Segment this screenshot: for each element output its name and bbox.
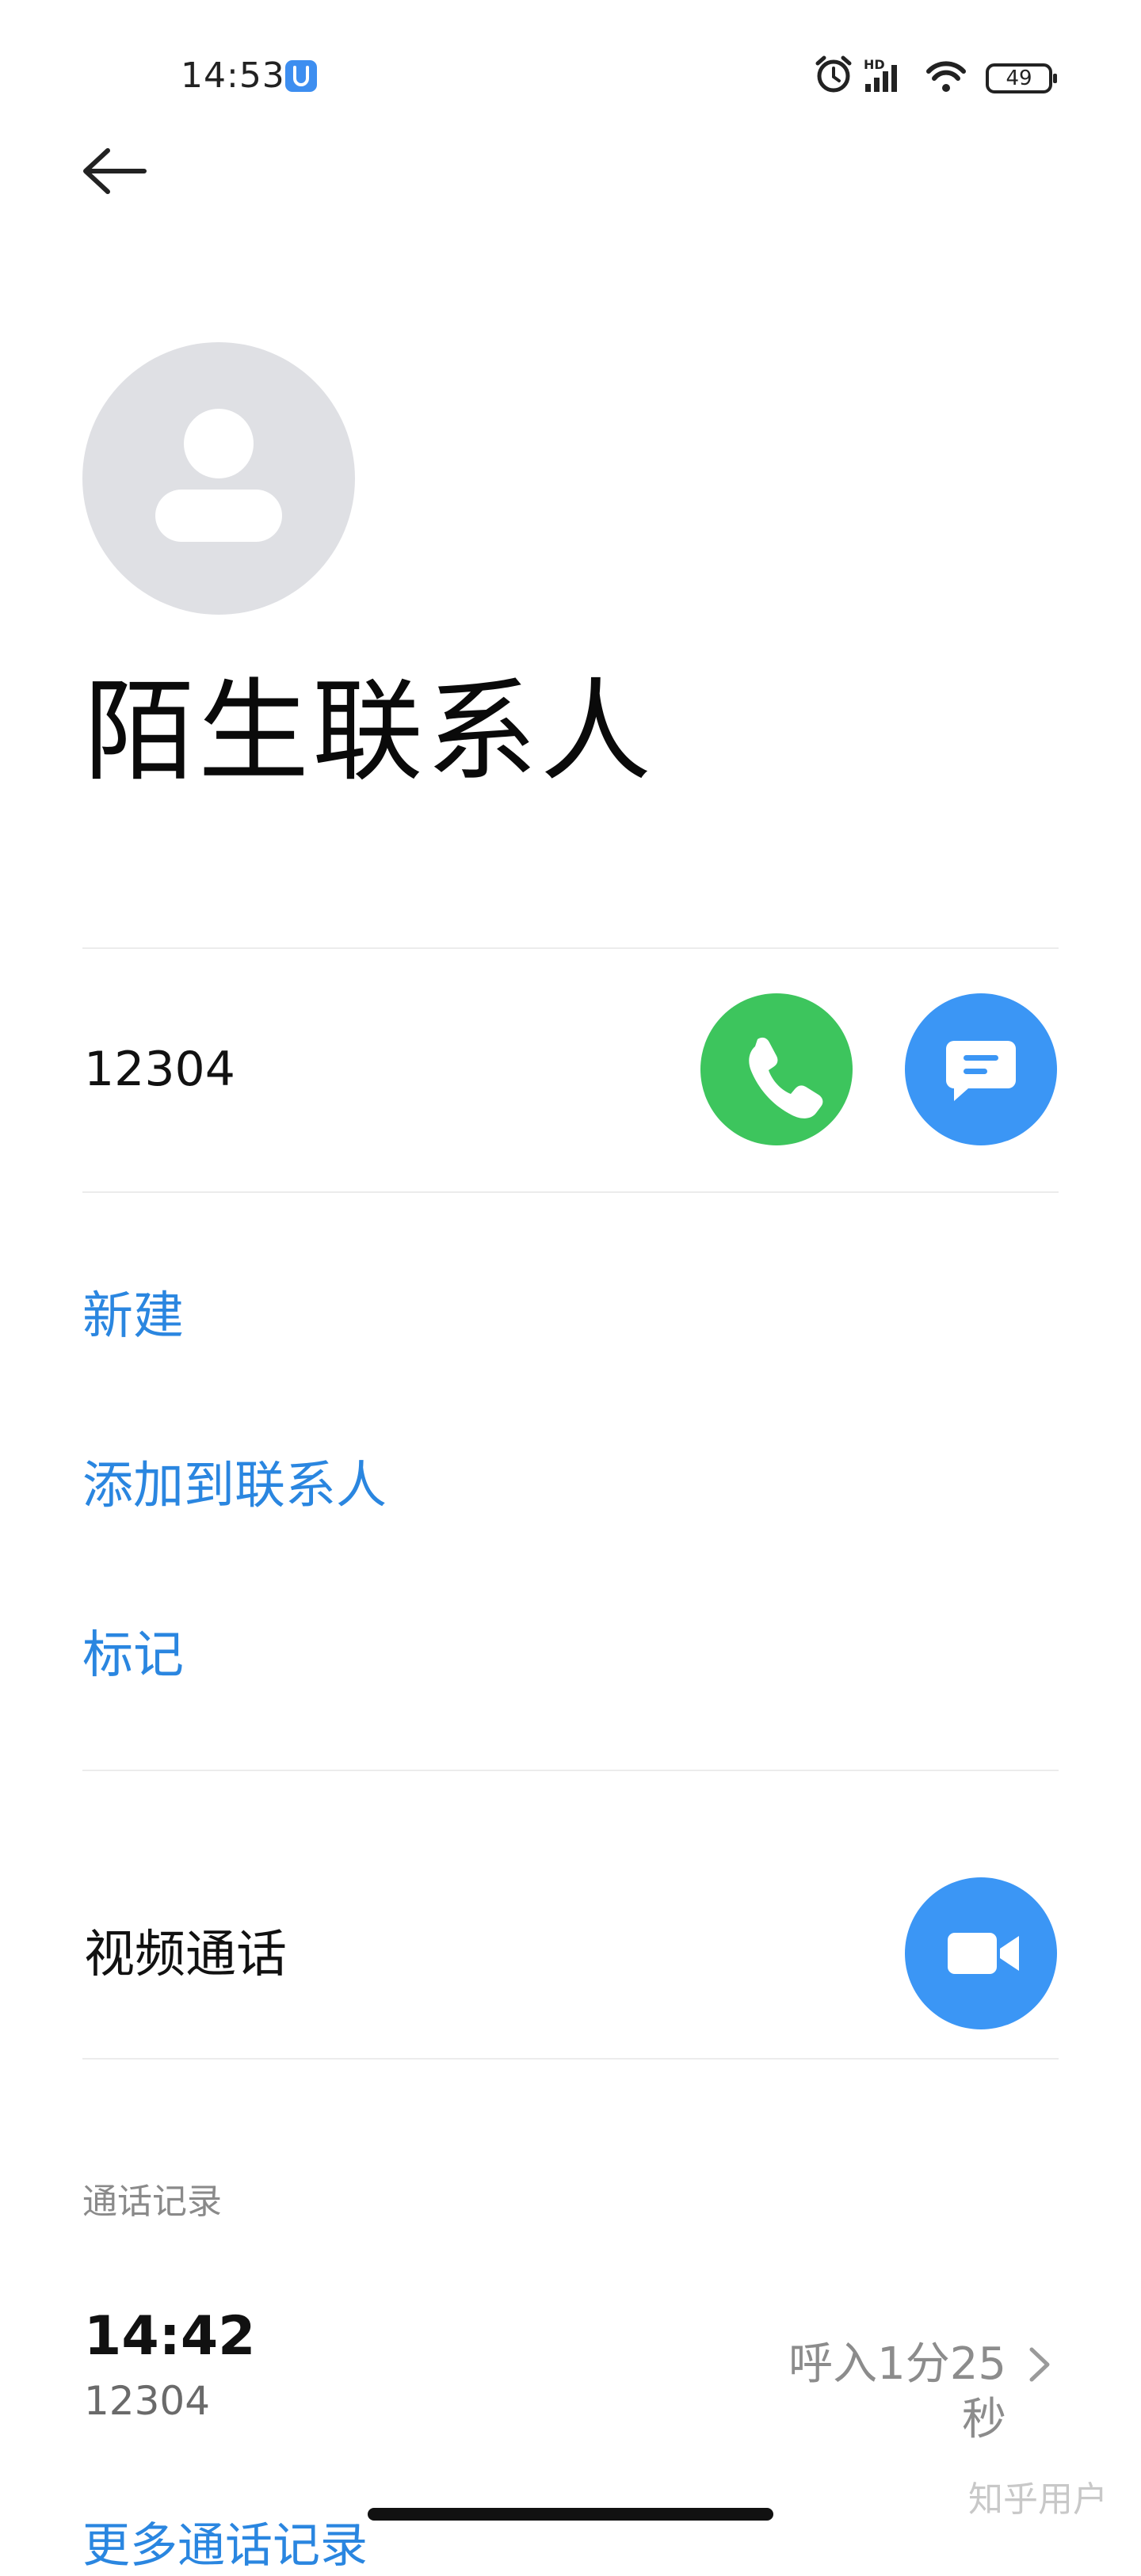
new-contact-link[interactable]: 新建 (82, 1285, 184, 1348)
message-icon (946, 1041, 1016, 1101)
arrow-left-icon (83, 148, 147, 194)
call-log-detail: 呼入1分25秒 (788, 2338, 1006, 2445)
battery-level: 49 (1006, 67, 1032, 90)
alarm-icon (815, 55, 852, 93)
message-button[interactable] (905, 993, 1057, 1145)
call-button[interactable] (700, 993, 853, 1145)
phone-icon (749, 1037, 823, 1118)
network-hd-label: HD (864, 57, 885, 72)
add-to-contacts-link[interactable]: 添加到联系人 (82, 1454, 387, 1518)
video-call-label: 视频通话 (84, 1926, 287, 1984)
watermark: 知乎用户 (968, 2479, 1108, 2520)
video-camera-icon (948, 1933, 1019, 1974)
divider (82, 947, 1059, 949)
call-log-number: 12304 (84, 2378, 211, 2424)
call-log-header: 通话记录 (82, 2182, 222, 2222)
mark-link[interactable]: 标记 (82, 1624, 184, 1687)
person-icon (155, 409, 282, 542)
wifi-icon (926, 61, 966, 92)
app-notification-icon (285, 60, 317, 92)
divider (82, 1770, 1059, 1771)
divider (82, 1191, 1059, 1193)
avatar (82, 342, 355, 615)
divider (82, 2058, 1059, 2060)
home-indicator[interactable] (368, 2508, 773, 2521)
video-call-button[interactable] (905, 1877, 1057, 2029)
chevron-right-icon (1017, 2337, 1065, 2392)
status-time: 14:53 (181, 55, 285, 96)
call-log-time: 14:42 (84, 2305, 256, 2368)
more-call-log-link[interactable]: 更多通话记录 (82, 2516, 368, 2576)
back-button[interactable] (76, 143, 152, 219)
contact-name: 陌生联系人 (84, 668, 655, 797)
phone-number[interactable]: 12304 (84, 1039, 235, 1099)
